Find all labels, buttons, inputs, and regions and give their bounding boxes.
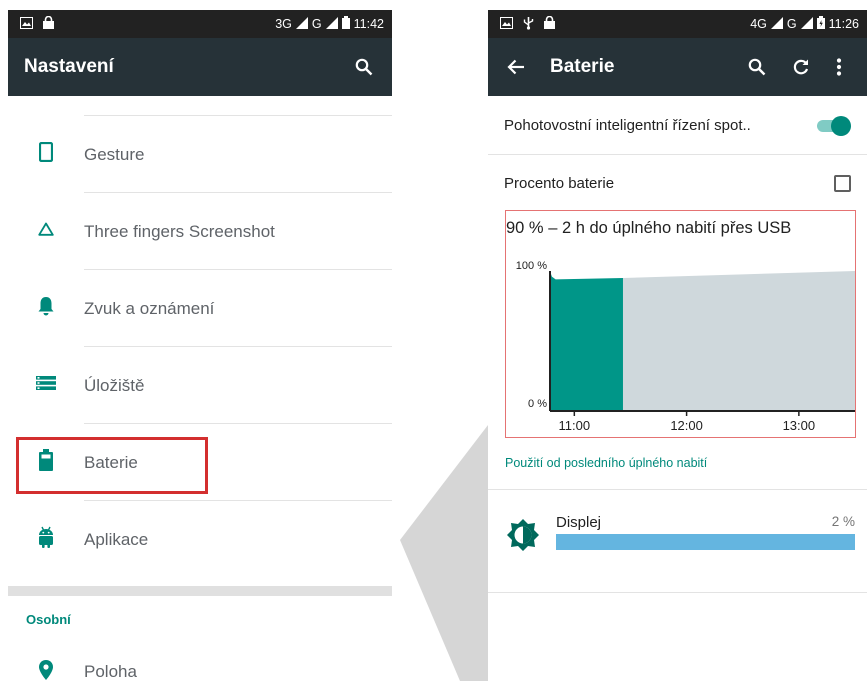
brightness-icon — [506, 518, 540, 552]
network-type-2: G — [311, 17, 322, 31]
refresh-icon[interactable] — [789, 55, 813, 79]
smart-power-toggle[interactable] — [815, 115, 851, 136]
smart-power-setting[interactable]: Pohotovostní inteligentní řízení spot.. — [488, 96, 867, 155]
y-tick-label: 0 % — [528, 398, 547, 410]
app-bar: Baterie — [488, 38, 867, 96]
section-divider — [8, 586, 392, 596]
location-icon — [39, 659, 53, 681]
storage-icon — [36, 376, 56, 395]
android-icon — [37, 526, 55, 553]
bell-icon — [37, 296, 55, 321]
clock: 11:26 — [828, 17, 859, 31]
signal-icon-2 — [325, 16, 338, 32]
divider — [488, 489, 867, 490]
triangle-icon — [38, 222, 54, 241]
battery-chart: 90 % – 2 h do úplného nabití přes USB 10… — [505, 210, 856, 438]
app-usage-row[interactable]: Displej 2 % — [488, 500, 867, 592]
page-title: Baterie — [550, 56, 615, 77]
history-area — [550, 271, 623, 411]
settings-item-apps[interactable]: Aplikace — [8, 501, 392, 578]
battery-charging-icon — [816, 16, 825, 32]
back-arrow-icon[interactable] — [504, 55, 528, 79]
settings-item-label: Zvuk a oznámení — [84, 298, 215, 318]
settings-item-label: Aplikace — [84, 529, 149, 549]
settings-item-location[interactable]: Poloha — [8, 642, 392, 681]
settings-item-gesture[interactable]: Gesture — [8, 116, 392, 193]
network-type: 4G — [750, 17, 767, 31]
setting-label: Pohotovostní inteligentní řízení spot.. — [504, 117, 751, 134]
status-bar: 4G G 11:26 — [488, 10, 867, 38]
image-notification-icon — [500, 16, 513, 32]
usb-icon — [523, 16, 534, 33]
settings-item-label: Poloha — [84, 662, 137, 681]
setting-label: Procento baterie — [504, 174, 615, 192]
settings-item-label: Three fingers Screenshot — [84, 221, 275, 241]
app-bar: Nastavení — [8, 38, 392, 96]
battery-chart-svg: 100 % 0 % 11:00 12:00 13:00 — [516, 260, 855, 433]
network-type: 3G — [275, 17, 292, 31]
battery-screen: 4G G 11:26 Baterie Pohotovostní intelige… — [488, 10, 867, 681]
status-bar: 3G G 11:42 — [8, 10, 392, 38]
app-usage-name: Displej — [556, 514, 602, 531]
settings-screen: 3G G 11:42 Nastavení Gesture Three finge… — [8, 10, 392, 681]
settings-list: Gesture Three fingers Screenshot Zvuk a … — [8, 96, 392, 681]
app-usage-percent: 2 % — [831, 514, 855, 529]
more-options-icon[interactable] — [827, 55, 851, 79]
battery-percent-setting[interactable]: Procento baterie — [488, 155, 867, 211]
app-usage-bar — [556, 534, 855, 550]
battery-percent-checkbox[interactable] — [834, 174, 851, 192]
x-tick-label: 13:00 — [783, 418, 816, 433]
settings-item-label: Gesture — [84, 144, 145, 164]
settings-item-three-fingers-screenshot[interactable]: Three fingers Screenshot — [8, 193, 392, 270]
page-title: Nastavení — [24, 56, 114, 77]
divider — [488, 592, 867, 593]
network-type-2: G — [786, 17, 797, 31]
search-icon[interactable] — [352, 55, 376, 79]
settings-item-storage[interactable]: Úložiště — [8, 347, 392, 424]
signal-icon-2 — [800, 16, 813, 32]
lock-icon — [544, 15, 555, 32]
lock-icon — [43, 15, 54, 32]
projection-area — [622, 271, 855, 411]
x-tick-label: 12:00 — [670, 418, 703, 433]
phone-icon — [38, 141, 54, 167]
section-header: Osobní — [26, 611, 71, 627]
settings-item-sound[interactable]: Zvuk a oznámení — [8, 270, 392, 347]
signal-icon — [295, 16, 308, 32]
clock: 11:42 — [353, 17, 384, 31]
y-tick-label: 100 % — [516, 260, 547, 272]
x-tick-label: 11:00 — [559, 418, 591, 433]
signal-icon — [770, 16, 783, 32]
image-notification-icon — [20, 16, 33, 32]
usage-since-full-charge-link[interactable]: Použití od posledního úplného nabití — [505, 456, 707, 470]
search-icon[interactable] — [745, 55, 769, 79]
battery-status-icon — [341, 16, 350, 32]
settings-item-label: Úložiště — [84, 375, 145, 395]
highlight-box — [16, 437, 208, 494]
